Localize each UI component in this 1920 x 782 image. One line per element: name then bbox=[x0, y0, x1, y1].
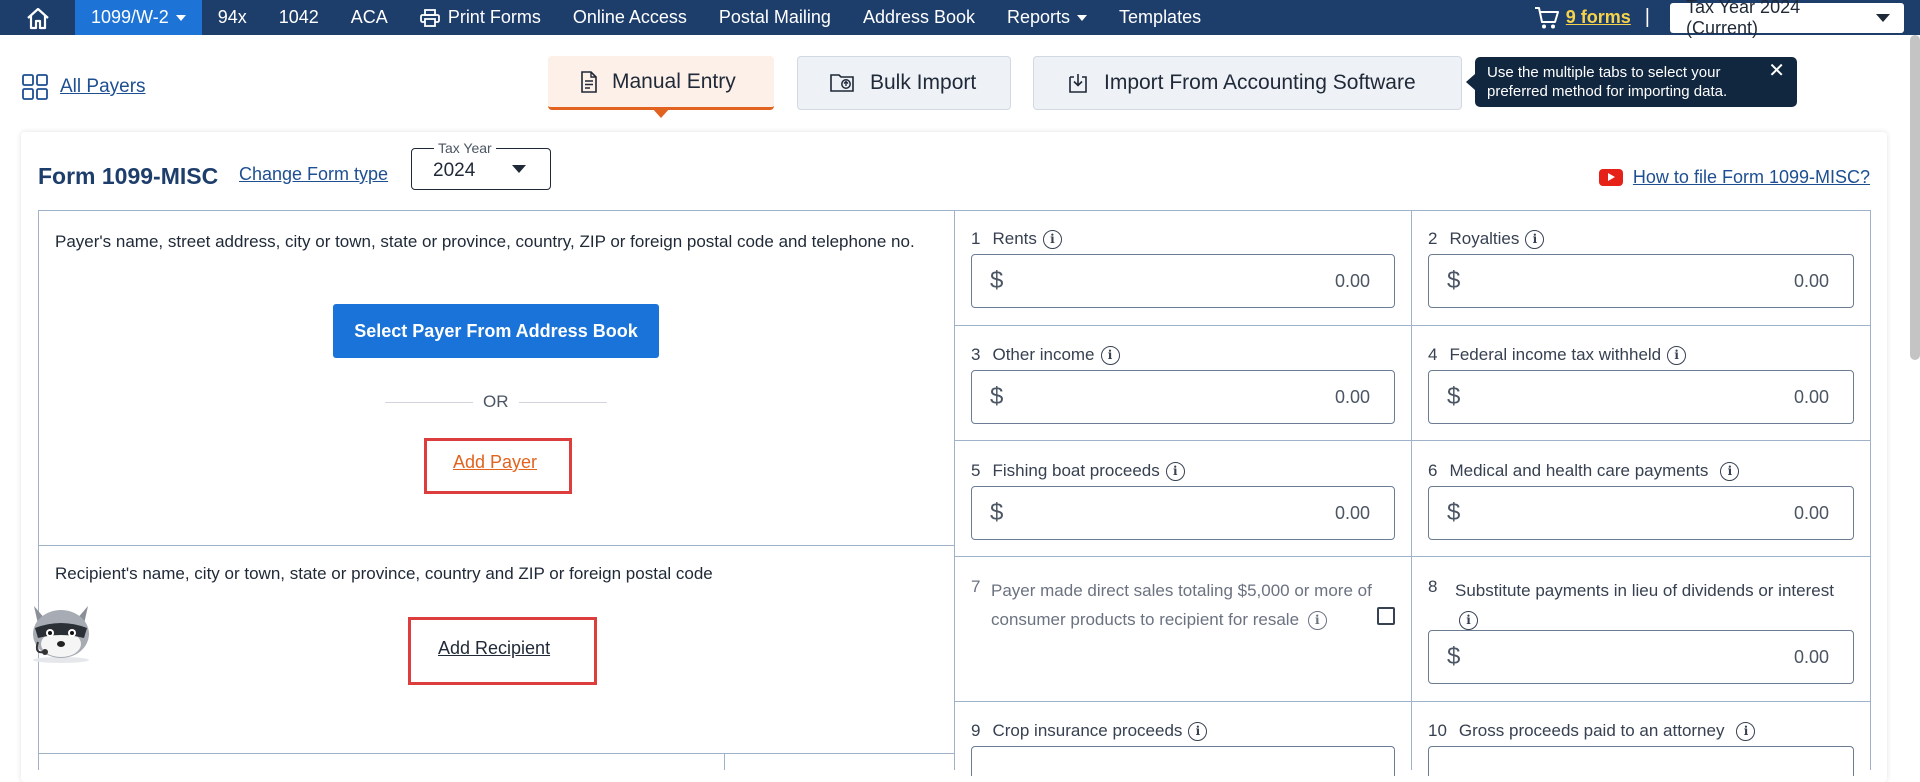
info-icon[interactable]: i bbox=[1667, 345, 1687, 365]
tab-bulk-import[interactable]: Bulk Import bbox=[797, 56, 1011, 110]
home-icon[interactable] bbox=[0, 0, 75, 35]
nav-item-online-access[interactable]: Online Access bbox=[557, 0, 703, 35]
info-icon[interactable]: i bbox=[1720, 461, 1740, 481]
recipient-section-label: Recipient's name, city or town, state or… bbox=[55, 564, 713, 583]
box-10-label: 10 Gross proceeds paid to an attorney i bbox=[1428, 721, 1756, 741]
box-2-label: 2 Royalties i bbox=[1428, 229, 1545, 249]
info-icon[interactable]: i bbox=[1165, 461, 1185, 481]
add-payer-link[interactable]: Add Payer bbox=[453, 452, 537, 473]
change-form-type-link[interactable]: Change Form type bbox=[239, 164, 388, 185]
box-9-label: 9 Crop insurance proceeds i bbox=[971, 721, 1208, 741]
box-10-attorney-proceeds-input[interactable] bbox=[1428, 746, 1854, 776]
box-4-label: 4 Federal income tax withheld i bbox=[1428, 345, 1687, 365]
chevron-down-icon bbox=[1876, 13, 1890, 22]
grid-divider bbox=[954, 210, 955, 770]
box-4-federal-tax-input[interactable]: $ 0.00 bbox=[1428, 370, 1854, 424]
payer-section-label: Payer's name, street address, city or to… bbox=[55, 232, 915, 251]
box-8-number: 8 bbox=[1428, 577, 1438, 596]
box-5-fishing-boat-input[interactable]: $ 0.00 bbox=[971, 486, 1395, 540]
box-1-label: 1 Rents i bbox=[971, 229, 1062, 249]
form-title: Form 1099-MISC bbox=[38, 163, 219, 189]
box-2-royalties-input[interactable]: $ 0.00 bbox=[1428, 254, 1854, 308]
or-separator: OR bbox=[483, 392, 509, 411]
box-7-label: Payer made direct sales totaling $5,000 … bbox=[991, 581, 1372, 631]
info-icon[interactable]: i bbox=[1188, 721, 1208, 741]
divider-line bbox=[519, 402, 607, 403]
top-navigation-bar: 1099/W-2 94x 1042 ACA Print Forms Online… bbox=[0, 0, 1920, 38]
nav-item-94x[interactable]: 94x bbox=[202, 0, 263, 35]
box-7-direct-sales-checkbox[interactable] bbox=[1377, 607, 1395, 625]
grid-divider bbox=[1411, 210, 1412, 770]
page-scrollbar[interactable] bbox=[1910, 35, 1920, 360]
active-tab-indicator bbox=[652, 108, 670, 118]
divider-line bbox=[385, 402, 473, 403]
info-icon[interactable]: i bbox=[1736, 721, 1756, 741]
grid-divider bbox=[724, 754, 725, 770]
printer-icon bbox=[419, 8, 440, 27]
grid-icon bbox=[22, 74, 48, 100]
box-1-rents-input[interactable]: $ 0.00 bbox=[971, 254, 1395, 308]
close-icon[interactable]: ✕ bbox=[1768, 61, 1785, 81]
grid-divider bbox=[954, 556, 1871, 557]
box-6-label: 6 Medical and health care payments i bbox=[1428, 461, 1740, 481]
box-6-medical-input[interactable]: $ 0.00 bbox=[1428, 486, 1854, 540]
tax-year-legend: Tax Year bbox=[434, 140, 496, 156]
box-9-crop-insurance-input[interactable] bbox=[971, 746, 1395, 776]
grid-divider bbox=[38, 545, 955, 546]
info-icon[interactable]: i bbox=[1525, 229, 1545, 249]
cart-icon bbox=[1534, 6, 1559, 28]
all-payers-link[interactable]: All Payers bbox=[22, 74, 146, 100]
document-icon bbox=[581, 70, 597, 93]
nav-item-1042[interactable]: 1042 bbox=[263, 0, 335, 35]
nav-item-templates[interactable]: Templates bbox=[1103, 0, 1217, 35]
box-8-label: Substitute payments in lieu of dividends… bbox=[1455, 576, 1835, 634]
nav-separator: | bbox=[1644, 6, 1650, 28]
grid-divider bbox=[38, 753, 955, 754]
tab-import-accounting[interactable]: Import From Accounting Software bbox=[1033, 56, 1462, 110]
import-tooltip: Use the multiple tabs to select your pre… bbox=[1475, 57, 1797, 107]
add-recipient-link[interactable]: Add Recipient bbox=[438, 638, 550, 659]
tooltip-arrow bbox=[1466, 74, 1475, 90]
box-5-label: 5 Fishing boat proceeds i bbox=[971, 461, 1185, 481]
nav-item-aca[interactable]: ACA bbox=[335, 0, 404, 35]
box-8-substitute-payments-input[interactable]: $ 0.00 bbox=[1428, 630, 1854, 684]
how-to-file-link[interactable]: How to file Form 1099-MISC? bbox=[1598, 167, 1870, 188]
info-icon[interactable]: i bbox=[1459, 611, 1478, 631]
info-icon[interactable]: i bbox=[1307, 611, 1327, 631]
nav-item-postal-mailing[interactable]: Postal Mailing bbox=[703, 0, 847, 35]
youtube-icon bbox=[1598, 169, 1623, 186]
cart-link[interactable]: 9 forms bbox=[1534, 6, 1631, 30]
info-icon[interactable]: i bbox=[1042, 229, 1062, 249]
nav-item-reports[interactable]: Reports bbox=[991, 0, 1103, 35]
grid-divider bbox=[954, 440, 1871, 441]
grid-divider bbox=[954, 325, 1871, 326]
select-payer-button[interactable]: Select Payer From Address Book bbox=[333, 304, 659, 358]
chevron-down-icon bbox=[175, 14, 186, 21]
tax-year-dropdown[interactable]: Tax Year 2024 (Current) bbox=[1670, 0, 1904, 38]
download-tray-icon bbox=[1069, 74, 1087, 93]
nav-item-print-forms[interactable]: Print Forms bbox=[404, 0, 557, 35]
info-icon[interactable]: i bbox=[1100, 345, 1120, 365]
nav-item-address-book[interactable]: Address Book bbox=[847, 0, 991, 35]
chevron-down-icon bbox=[512, 165, 526, 173]
nav-right-group: 9 forms | Tax Year 2024 (Current) bbox=[1534, 0, 1904, 38]
tab-manual-entry[interactable]: Manual Entry bbox=[548, 56, 774, 110]
box-3-other-income-input[interactable]: $ 0.00 bbox=[971, 370, 1395, 424]
grid-divider bbox=[954, 701, 1871, 702]
box-3-label: 3 Other income i bbox=[971, 345, 1120, 365]
assistant-mascot-avatar[interactable] bbox=[26, 598, 96, 664]
nav-item-1099-w2[interactable]: 1099/W-2 bbox=[75, 0, 202, 35]
tax-year-value: 2024 bbox=[433, 160, 476, 181]
box-7-number: 7 bbox=[971, 577, 981, 596]
form-tax-year-select[interactable]: Tax Year 2024 bbox=[411, 140, 551, 190]
folder-upload-icon bbox=[830, 74, 854, 92]
chevron-down-icon bbox=[1077, 14, 1088, 21]
